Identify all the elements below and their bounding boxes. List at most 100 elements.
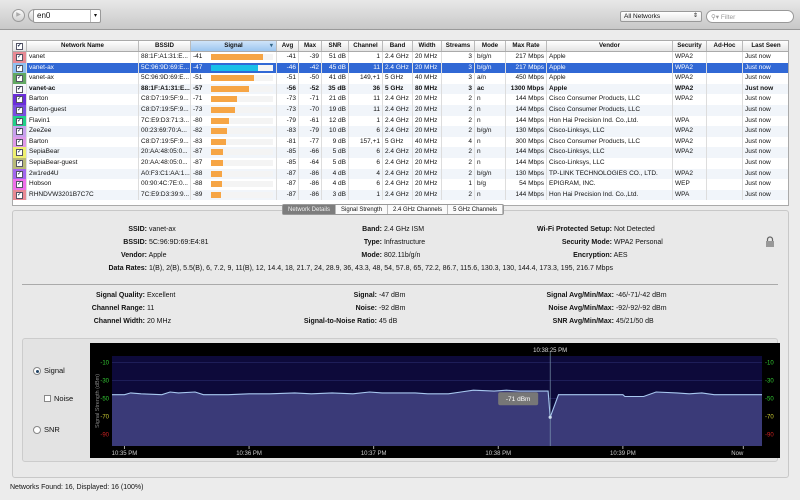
network-checkbox[interactable]: ✓ [16,64,23,72]
tab-signal-strength[interactable]: Signal Strength [336,205,389,214]
channel-text: 6 [376,127,380,135]
y-tick-label-right: -10 [765,360,774,366]
network-checkbox[interactable]: ✓ [16,181,23,189]
cell-streams: 3 [442,83,475,95]
cell-snr: 19 dB [322,105,349,116]
table-row[interactable]: ✓ Hobson 00:90:4C:7E:0... -88 -87 -86 4 dB 6 2.4… [13,179,788,190]
column-header-channel[interactable]: Channel [349,41,383,51]
checkbox[interactable]: ✓ [16,43,23,50]
column-header-seen[interactable]: Last Seen [743,41,788,51]
vendor-text: TP-LINK TECHNOLOGIES CO., LTD. [549,169,658,177]
table-row[interactable]: ✓ vanet-ac 88:1F:A1:31:E... -57 -56 -52 35 dB 3… [13,83,788,95]
table-row[interactable]: ✓ Barton C8:D7:19:5F:9... -83 -81 -77 9 dB 157,… [13,136,788,148]
bssid-text: 88:1F:A1:31:E... [141,53,188,60]
network-filter-select[interactable]: All Networks ⇕ [620,11,702,22]
column-header-avg[interactable]: Avg [277,41,299,51]
table-row[interactable]: ✓ ZeeZee 00:23:69:70:A... -82 -83 -79 10 dB 6 2.… [13,126,788,137]
network-checkbox[interactable]: ✓ [16,75,23,83]
snr-radio[interactable] [33,426,41,434]
network-checkbox[interactable]: ✓ [16,160,23,167]
table-row[interactable]: ✓ 2w1red4U A0:F3:C1:AA:1... -88 -87 -86 4 dB 4 2… [13,168,788,180]
table-row[interactable]: ✓ RHNDVW3201B7C7C 7C:E9:D3:39:9... -89 -87 -8… [13,189,788,201]
column-header-snr[interactable]: SNR [322,41,349,51]
column-label: Channel [353,42,378,49]
vendor-text: Hon Hai Precision Ind. Co.,Ltd. [549,116,639,124]
cell-adhoc [707,168,743,180]
channel-text: 11 [373,106,380,113]
column-header-security[interactable]: Security [673,41,707,51]
cell-channel: 36 [349,83,383,95]
noise-checkbox[interactable] [44,395,51,402]
cell-max: -86 [299,168,322,180]
column-header-band[interactable]: Band [383,41,413,51]
signal-bar-fill [211,160,223,166]
bssid-text: C8:D7:19:5F:9... [141,106,189,113]
filter-input[interactable]: ⚲▾ Filter [706,10,794,23]
column-header-name[interactable]: Network Name [27,41,139,51]
column-header-width[interactable]: Width [413,41,442,51]
table-row[interactable]: ✓ vanet-ax 5C:96:9D:69:E... -51 -51 -50 41 dB 1… [13,73,788,84]
column-header-bssid[interactable]: BSSID [139,41,191,51]
network-checkbox[interactable]: ✓ [16,117,23,125]
tab-2-4-ghz-channels[interactable]: 2.4 GHz Channels [388,205,449,214]
cell-streams: 2 [442,147,475,158]
table-row[interactable]: ✓ Flavin1 7C:E9:D3:71:3... -80 -79 -61 12 dB 1 2… [13,115,788,127]
cell-name: vanet-ax [27,73,139,84]
interface-select[interactable]: en0 ▾ [33,9,101,23]
table-row[interactable]: ✓ SepiaBear 20:AA:48:05:0... -87 -85 -66 5 dB 6… [13,147,788,158]
column-header-signal[interactable]: Signal ▾ [191,41,277,51]
table-row[interactable]: ✓ Barton C8:D7:19:5F:9... -71 -73 -71 21 dB 11 2… [13,94,788,105]
network-checkbox[interactable]: ✓ [16,138,23,146]
x-tick-label: 10:35 PM [112,451,138,457]
cell-vendor: Cisco-Linksys, LLC [547,147,673,158]
column-header-max[interactable]: Max [299,41,322,51]
column-header-vendor[interactable]: Vendor [547,41,673,51]
security-text: WPA [675,116,690,124]
cell-mode: ac [475,83,506,95]
cell-band: 2.4 GHz [383,126,413,137]
cell-enabled: ✓ [13,115,27,127]
column-header-adhoc[interactable]: Ad-Hoc [707,41,743,51]
cell-seen: Just now [743,63,788,74]
network-checkbox[interactable]: ✓ [16,85,23,93]
cell-channel: 149,+1 [349,73,383,84]
avg-text: -79 [286,116,296,124]
column-label: Last Seen [751,42,781,49]
mode-text: b/g/n [477,63,492,71]
vendor-text: Apple [549,84,568,92]
cell-security: WPA2 [673,136,707,148]
cell-bssid: C8:D7:19:5F:9... [139,105,191,116]
table-row[interactable]: ✓ Barton-guest C8:D7:19:5F:9... -73 -73 -70 19… [13,105,788,116]
network-checkbox[interactable]: ✓ [16,54,23,61]
max-text: -86 [309,180,319,188]
seen-text: Just now [745,106,771,113]
select-all-checkbox[interactable]: ✓ [13,41,27,51]
network-checkbox[interactable]: ✓ [16,128,23,136]
column-header-mode[interactable]: Mode [475,41,506,51]
network-checkbox[interactable]: ✓ [16,107,23,114]
play-button[interactable]: ▶ [12,9,25,22]
table-row[interactable]: ✓ vanet-ax 5C:96:9D:69:E... -47 -46 -42 45 dB 1… [13,62,788,74]
tab-network-details[interactable]: Network Details [283,205,337,214]
signal-radio[interactable] [33,367,41,375]
tab-5-ghz-channels[interactable]: 5 GHz Channels [448,205,504,214]
cell-avg: -56 [277,83,299,95]
table-row[interactable]: ✓ vanet 88:1F:A1:31:E... -41 -41 -39 51 dB 1 2.4… [13,52,788,63]
signal-value: -47 [193,63,203,71]
network-checkbox[interactable]: ✓ [16,149,23,157]
cell-band: 5 GHz [383,83,413,95]
cell-security: WPA2 [673,83,707,95]
network-checkbox[interactable]: ✓ [16,96,23,104]
detail-security: Security Mode: WPA2 Personal [512,239,663,246]
mode-text: b/g/n [477,53,492,60]
network-checkbox[interactable]: ✓ [16,191,23,199]
cell-signal: -87 [191,158,277,169]
column-header-rate[interactable]: Max Rate [506,41,547,51]
cell-bssid: 20:AA:48:05:0... [139,147,191,158]
vendor-text: Cisco Consumer Products, LLC [549,95,641,103]
cell-seen: Just now [743,190,788,201]
column-header-streams[interactable]: Streams [442,41,475,51]
network-checkbox[interactable]: ✓ [16,170,23,178]
cell-signal: -73 [191,105,277,116]
table-row[interactable]: ✓ SepiaBear-guest 20:AA:48:05:0... -87 -85 -6… [13,158,788,169]
